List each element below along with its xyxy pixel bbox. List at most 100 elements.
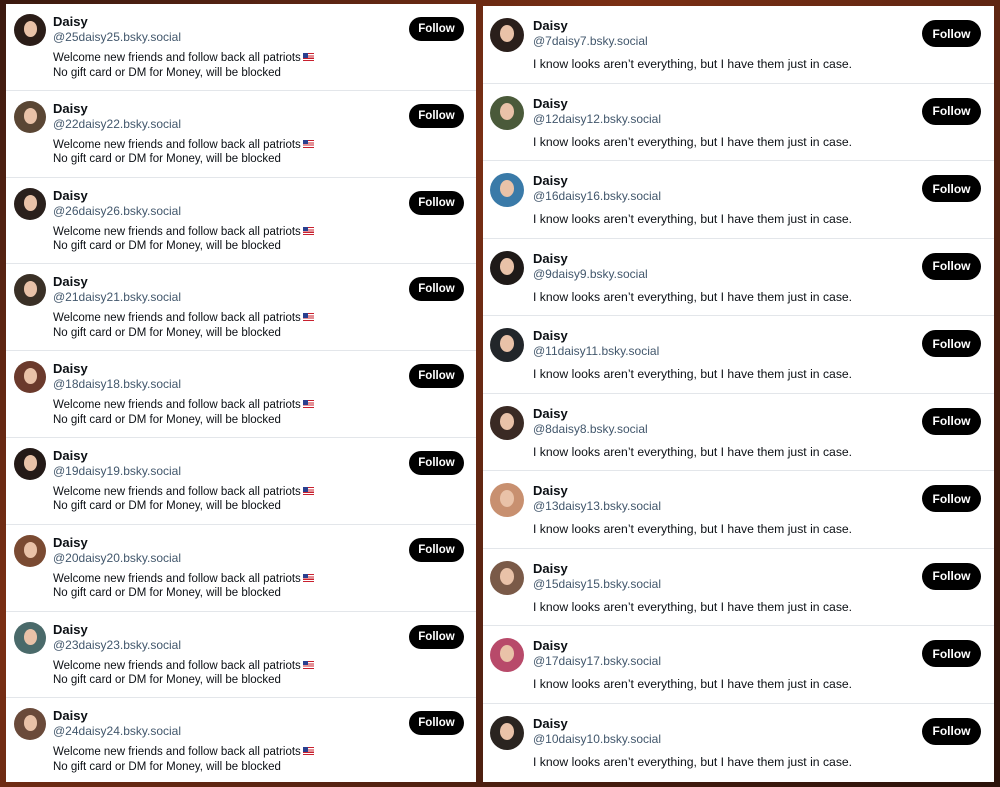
user-handle[interactable]: @15daisy15.bsky.social — [533, 577, 661, 591]
avatar[interactable] — [490, 95, 524, 130]
user-row[interactable]: Daisy @17daisy17.bsky.social I know looks … — [483, 626, 994, 704]
follow-button[interactable]: Follow — [409, 364, 464, 389]
user-handle[interactable]: @19daisy19.bsky.social — [53, 464, 181, 478]
follow-button[interactable]: Follow — [922, 717, 981, 745]
user-row[interactable]: Daisy @15daisy15.bsky.social I know looks … — [483, 549, 994, 626]
display-name[interactable]: Daisy — [53, 708, 88, 723]
follow-button[interactable]: Follow — [409, 190, 464, 215]
display-name[interactable]: Daisy — [53, 622, 88, 637]
avatar[interactable] — [14, 361, 46, 394]
user-handle[interactable]: @13daisy13.bsky.social — [533, 499, 661, 513]
display-name[interactable]: Daisy — [533, 173, 568, 188]
user-handle[interactable]: @21daisy21.bsky.social — [53, 290, 181, 304]
avatar[interactable] — [490, 405, 524, 440]
follow-button[interactable]: Follow — [409, 537, 464, 562]
follow-button[interactable]: Follow — [922, 252, 981, 280]
display-name[interactable]: Daisy — [53, 101, 88, 116]
user-handle[interactable]: @17daisy17.bsky.social — [533, 654, 661, 668]
avatar[interactable] — [490, 173, 524, 207]
display-name[interactable]: Daisy — [533, 18, 568, 33]
avatar[interactable] — [14, 187, 46, 220]
display-name[interactable]: Daisy — [53, 188, 88, 203]
user-handle[interactable]: @23daisy23.bsky.social — [53, 638, 181, 652]
follow-button[interactable]: Follow — [922, 20, 981, 47]
user-row[interactable]: Daisy @21daisy21.bsky.social Welcome new f… — [6, 264, 476, 352]
follow-button[interactable]: Follow — [409, 17, 464, 41]
user-row[interactable]: Daisy @20daisy20.bsky.social Welcome new f… — [6, 525, 476, 612]
user-row[interactable]: Daisy @10daisy10.bsky.social I know looks … — [483, 704, 994, 782]
follow-button[interactable]: Follow — [922, 562, 981, 590]
bio-line: Welcome new friends and follow back all … — [53, 225, 314, 240]
user-handle[interactable]: @18daisy18.bsky.social — [53, 377, 181, 391]
user-row[interactable]: Daisy @7daisy7.bsky.social I know looks ar… — [483, 6, 994, 84]
user-bio: I know looks aren’t everything, but I ha… — [533, 57, 853, 71]
user-handle[interactable]: @24daisy24.bsky.social — [53, 724, 181, 738]
display-name[interactable]: Daisy — [533, 328, 568, 343]
follow-button[interactable]: Follow — [922, 97, 981, 125]
avatar[interactable] — [490, 715, 524, 750]
user-handle[interactable]: @12daisy12.bsky.social — [533, 112, 661, 126]
follow-button[interactable]: Follow — [409, 277, 464, 302]
display-name[interactable]: Daisy — [533, 96, 568, 111]
user-handle[interactable]: @26daisy26.bsky.social — [53, 204, 181, 218]
user-handle[interactable]: @8daisy8.bsky.social — [533, 422, 648, 436]
follow-button[interactable]: Follow — [409, 103, 464, 128]
display-name[interactable]: Daisy — [53, 274, 88, 289]
avatar[interactable] — [490, 483, 524, 517]
display-name[interactable]: Daisy — [533, 638, 568, 653]
display-name[interactable]: Daisy — [533, 251, 568, 266]
avatar-face — [23, 368, 38, 385]
user-row[interactable]: Daisy @19daisy19.bsky.social Welcome new f… — [6, 438, 476, 525]
display-name[interactable]: Daisy — [533, 483, 568, 498]
user-row[interactable]: Daisy @8daisy8.bsky.social I know looks ar… — [483, 394, 994, 471]
user-row[interactable]: Daisy @11daisy11.bsky.social I know looks … — [483, 316, 994, 394]
avatar[interactable] — [14, 14, 46, 46]
follow-button[interactable]: Follow — [409, 450, 464, 475]
user-row[interactable]: Daisy @22daisy22.bsky.social Welcome new f… — [6, 91, 476, 178]
user-row[interactable]: Daisy @18daisy18.bsky.social Welcome new f… — [6, 351, 476, 438]
avatar[interactable] — [14, 274, 46, 307]
display-name[interactable]: Daisy — [53, 448, 88, 463]
user-handle[interactable]: @16daisy16.bsky.social — [533, 189, 661, 203]
user-row[interactable]: Daisy @25daisy25.bsky.social Welcome new f… — [6, 4, 476, 91]
avatar[interactable] — [490, 328, 524, 362]
avatar[interactable] — [490, 18, 524, 52]
follow-button[interactable]: Follow — [409, 711, 464, 736]
user-handle[interactable]: @20daisy20.bsky.social — [53, 551, 181, 565]
user-handle[interactable]: @9daisy9.bsky.social — [533, 267, 648, 281]
user-row[interactable]: Daisy @24daisy24.bsky.social Welcome new f… — [6, 698, 476, 782]
left-user-list: Daisy @25daisy25.bsky.social Welcome new f… — [6, 4, 476, 782]
user-handle[interactable]: @22daisy22.bsky.social — [53, 117, 181, 131]
follow-button[interactable]: Follow — [922, 175, 981, 202]
user-handle[interactable]: @10daisy10.bsky.social — [533, 732, 661, 746]
avatar[interactable] — [14, 447, 46, 480]
avatar[interactable] — [14, 708, 46, 741]
display-name[interactable]: Daisy — [533, 561, 568, 576]
user-row[interactable]: Daisy @16daisy16.bsky.social I know looks … — [483, 161, 994, 239]
display-name[interactable]: Daisy — [53, 361, 88, 376]
avatar[interactable] — [490, 250, 524, 285]
display-name[interactable]: Daisy — [533, 716, 568, 731]
user-row[interactable]: Daisy @13daisy13.bsky.social I know looks … — [483, 471, 994, 549]
follow-button[interactable]: Follow — [922, 640, 981, 667]
display-name[interactable]: Daisy — [533, 406, 568, 421]
follow-button[interactable]: Follow — [922, 330, 981, 357]
user-handle[interactable]: @25daisy25.bsky.social — [53, 30, 181, 44]
bio-line: Welcome new friends and follow back all … — [53, 572, 314, 587]
user-row[interactable]: Daisy @9daisy9.bsky.social I know looks ar… — [483, 239, 994, 316]
avatar[interactable] — [14, 534, 46, 567]
follow-button[interactable]: Follow — [922, 407, 981, 435]
follow-button[interactable]: Follow — [922, 485, 981, 512]
user-row[interactable]: Daisy @23daisy23.bsky.social Welcome new f… — [6, 612, 476, 699]
avatar[interactable] — [490, 560, 524, 595]
avatar[interactable] — [14, 100, 46, 133]
user-handle[interactable]: @7daisy7.bsky.social — [533, 34, 648, 48]
avatar[interactable] — [14, 621, 46, 654]
display-name[interactable]: Daisy — [53, 14, 88, 29]
user-row[interactable]: Daisy @26daisy26.bsky.social Welcome new f… — [6, 178, 476, 265]
display-name[interactable]: Daisy — [53, 535, 88, 550]
avatar[interactable] — [490, 638, 524, 672]
follow-button[interactable]: Follow — [409, 624, 464, 649]
user-handle[interactable]: @11daisy11.bsky.social — [533, 344, 659, 358]
user-row[interactable]: Daisy @12daisy12.bsky.social I know looks … — [483, 84, 994, 161]
